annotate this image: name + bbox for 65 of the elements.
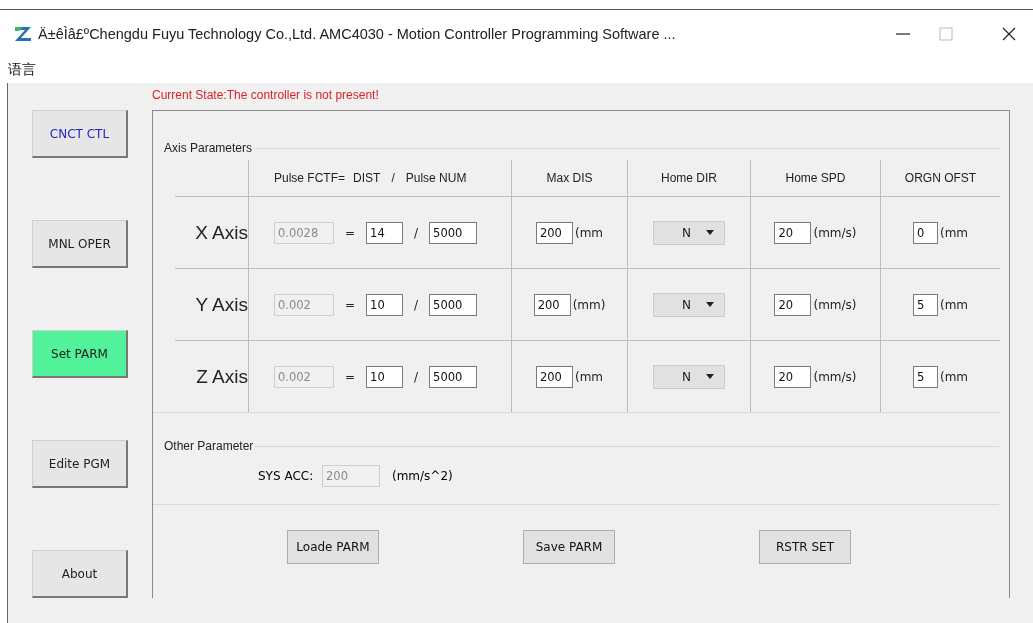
max-distance-field[interactable]: 200 xyxy=(535,221,573,244)
column-header: Max DIS xyxy=(546,171,593,185)
caret-icon xyxy=(706,302,714,307)
max-distance-field[interactable]: 200 xyxy=(533,293,571,316)
group-title: Axis Parameters xyxy=(164,141,253,155)
unit-label: (mm xyxy=(939,369,969,384)
column-header: / xyxy=(391,171,395,185)
action-button[interactable]: Save PARM xyxy=(523,530,615,564)
offset-field[interactable]: 0 xyxy=(912,221,938,244)
unit-label: (mm xyxy=(939,225,969,240)
app-logo-icon xyxy=(14,25,32,42)
equals-sign: = xyxy=(345,225,356,240)
unit-label: (mm xyxy=(574,225,604,240)
sidebar-button[interactable]: About xyxy=(32,550,128,598)
sidebar-button[interactable]: CNCT CTL xyxy=(32,110,128,158)
window-title: Ä±êÌâ£ºChengdu Fuyu Technology Co.,Ltd. AMC4030 - Motion Controller Programming Software ... xyxy=(38,25,677,42)
max-distance-field[interactable]: 200 xyxy=(535,365,573,388)
close-icon[interactable] xyxy=(1001,25,1017,42)
column-header: Pulse NUM xyxy=(405,171,467,185)
home-direction-dropdown[interactable]: N xyxy=(653,220,725,245)
column-header: DIST xyxy=(353,171,381,185)
caret-icon xyxy=(706,374,714,379)
offset-field[interactable]: 5 xyxy=(912,365,938,388)
divide-sign: / xyxy=(414,297,419,312)
axis-label: X Axis xyxy=(195,221,248,244)
unit-label: (mm/s) xyxy=(813,297,857,312)
column-header: = xyxy=(338,171,346,185)
distance-field[interactable]: 14 xyxy=(366,221,404,244)
home-speed-field[interactable]: 20 xyxy=(774,221,812,244)
unit-label: (mm xyxy=(574,369,604,384)
unit-label: (mm/s) xyxy=(813,225,857,240)
menu-item[interactable]: 语言 xyxy=(8,61,36,79)
column-header: Home DIR xyxy=(661,171,717,185)
action-button[interactable]: Loade PARM xyxy=(287,530,379,564)
unit-label: (mm/s) xyxy=(813,369,857,384)
action-button[interactable]: RSTR SET xyxy=(759,530,851,564)
unit-label: (mm/s^2) xyxy=(392,469,453,483)
sidebar-button[interactable]: Set PARM xyxy=(32,330,128,378)
divide-sign: / xyxy=(414,225,419,240)
home-direction-dropdown[interactable]: N xyxy=(653,292,725,317)
sidebar-button[interactable]: Edite PGM xyxy=(32,440,128,488)
home-speed-field[interactable]: 20 xyxy=(774,293,812,316)
group-title: Other Parameter xyxy=(164,439,254,453)
distance-field[interactable]: 10 xyxy=(366,293,404,316)
equals-sign: = xyxy=(345,297,356,312)
home-speed-field[interactable]: 20 xyxy=(774,365,812,388)
pulse-field[interactable]: 5000 xyxy=(429,365,478,388)
distance-field[interactable]: 10 xyxy=(366,365,404,388)
axis-label: Z Axis xyxy=(196,365,248,388)
offset-field[interactable]: 5 xyxy=(912,293,938,316)
field-label: SYS ACC: xyxy=(258,469,315,483)
unit-label: (mm xyxy=(939,297,969,312)
pulse-field[interactable]: 5000 xyxy=(429,221,478,244)
unit-label: (mm) xyxy=(572,297,606,312)
axis-label: Y Axis xyxy=(195,293,248,316)
equals-sign: = xyxy=(345,369,356,384)
column-header: Pulse FCTF xyxy=(274,171,338,185)
divide-sign: / xyxy=(414,369,419,384)
sidebar-button[interactable]: MNL OPER xyxy=(32,220,128,268)
home-direction-dropdown[interactable]: N xyxy=(653,364,725,389)
column-header: Home SPD xyxy=(785,171,846,185)
column-header: ORGN OFST xyxy=(904,171,977,185)
status-message: Current State:The controller is not present! xyxy=(152,87,380,104)
caret-icon xyxy=(706,230,714,235)
pulse-field[interactable]: 5000 xyxy=(429,293,478,316)
